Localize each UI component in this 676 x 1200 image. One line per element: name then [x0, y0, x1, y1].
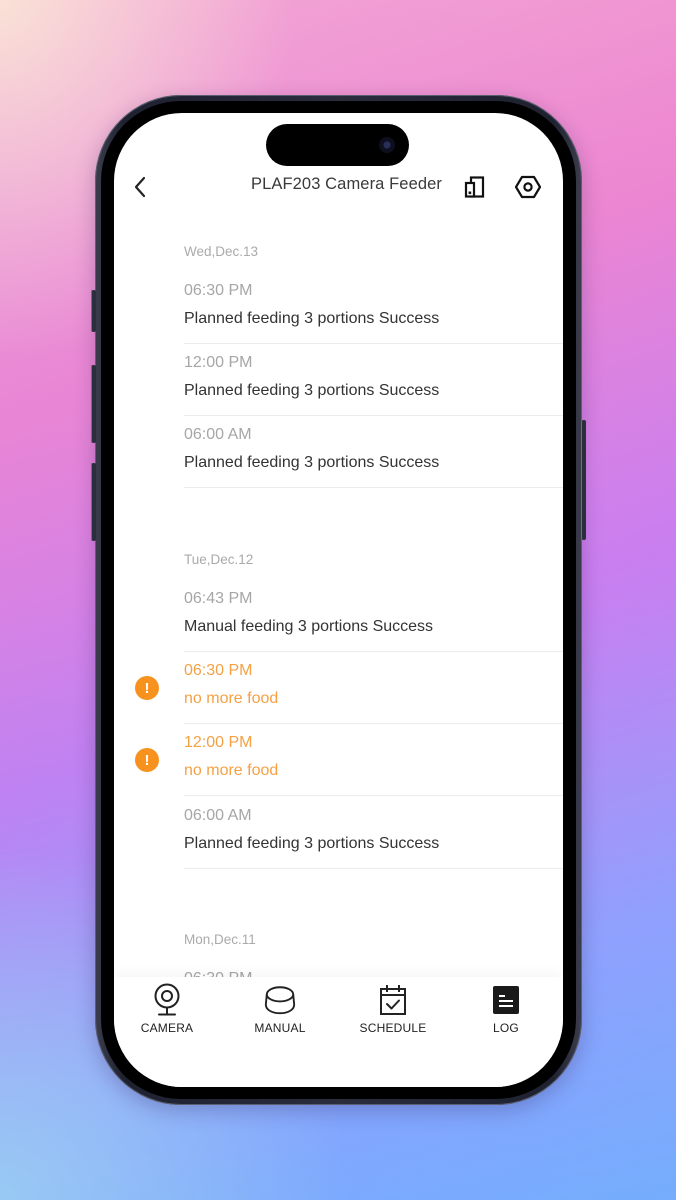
settings-hexagon-icon: [514, 175, 542, 199]
nav-label: LOG: [493, 1021, 519, 1035]
volume-down-button: [91, 463, 96, 541]
log-entry: 06:30 PM Planned feeding 3 portions Succ…: [184, 272, 563, 344]
action-button: [91, 290, 96, 332]
dynamic-island: [266, 124, 409, 166]
device-button[interactable]: [459, 171, 491, 203]
settings-button[interactable]: [512, 171, 544, 203]
entry-time: 12:00 PM: [184, 354, 253, 371]
nav-schedule[interactable]: SCHEDULE: [343, 983, 443, 1043]
front-camera: [379, 137, 395, 153]
nav-log[interactable]: LOG: [456, 983, 556, 1043]
entry-message: Planned feeding 3 portions Success: [184, 454, 440, 471]
entry-time: 06:00 AM: [184, 807, 252, 824]
day-header: Mon,Dec.11: [184, 932, 256, 947]
entry-time: 06:43 PM: [184, 590, 253, 607]
log-document-icon: [493, 986, 519, 1014]
log-entry-warning: ! 12:00 PM no more food: [135, 724, 563, 796]
log-entry: 06:43 PM Manual feeding 3 portions Succe…: [184, 580, 563, 652]
log-entry-warning: ! 06:30 PM no more food: [135, 652, 563, 724]
feeding-log-list[interactable]: Wed,Dec.13 06:30 PM Planned feeding 3 po…: [114, 207, 563, 997]
calendar-check-icon: [380, 985, 406, 1015]
nav-manual[interactable]: MANUAL: [230, 983, 330, 1043]
nav-label: CAMERA: [140, 1021, 194, 1035]
entry-time: 06:00 AM: [184, 426, 252, 443]
app-header: PLAF203 Camera Feeder: [114, 169, 563, 207]
log-entry: 06:00 AM Planned feeding 3 portions Succ…: [184, 416, 563, 488]
page-title: PLAF203 Camera Feeder: [250, 175, 443, 193]
entry-message: no more food: [184, 762, 279, 779]
nav-camera[interactable]: CAMERA: [117, 983, 217, 1043]
nav-label: MANUAL: [254, 1021, 306, 1035]
bottom-nav: CAMERA MANUAL SCHEDULE LOG: [114, 977, 563, 1087]
warning-icon: !: [135, 676, 159, 700]
volume-up-button: [91, 365, 96, 443]
entry-message: Planned feeding 3 portions Success: [184, 835, 440, 852]
day-header: Wed,Dec.13: [184, 244, 259, 259]
entry-time: 06:30 PM: [184, 282, 253, 299]
entry-message: Planned feeding 3 portions Success: [184, 310, 440, 327]
entry-time: 12:00 PM: [184, 734, 253, 751]
log-entry: 06:00 AM Planned feeding 3 portions Succ…: [184, 797, 563, 869]
device-icon: [464, 176, 485, 198]
power-button: [581, 420, 586, 540]
day-header: Tue,Dec.12: [184, 552, 254, 567]
entry-message: no more food: [184, 690, 279, 707]
log-entry: 12:00 PM Planned feeding 3 portions Succ…: [184, 344, 563, 416]
feeder-bowl-icon: [264, 986, 296, 1015]
phone-frame: PLAF203 Camera Feeder Wed,Dec.13 06:30 P…: [91, 95, 586, 1105]
nav-label: SCHEDULE: [359, 1021, 427, 1035]
webcam-icon: [154, 983, 180, 1016]
entry-time: 06:30 PM: [184, 662, 253, 679]
screen: PLAF203 Camera Feeder Wed,Dec.13 06:30 P…: [114, 113, 563, 1087]
warning-icon: !: [135, 748, 159, 772]
entry-message: Manual feeding 3 portions Success: [184, 618, 434, 635]
entry-message: Planned feeding 3 portions Success: [184, 382, 440, 399]
